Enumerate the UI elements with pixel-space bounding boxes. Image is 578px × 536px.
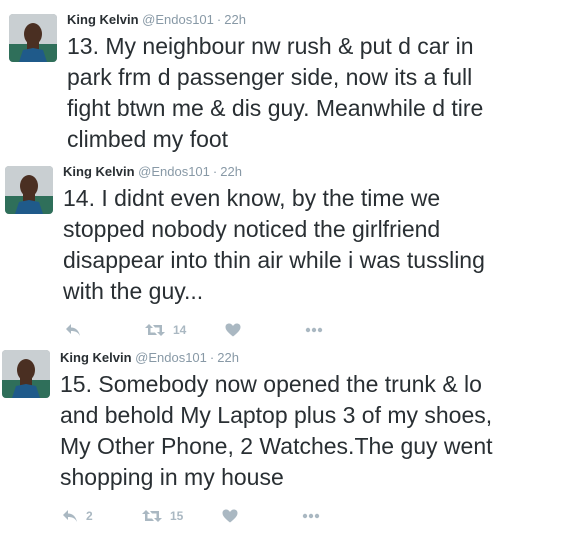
heart-icon (222, 509, 238, 523)
tweet-actions: 14 (63, 320, 343, 340)
more-icon (305, 327, 323, 333)
reply-button[interactable]: 2 (62, 506, 93, 526)
author-name[interactable]: King Kelvin (67, 12, 139, 27)
heart-icon (225, 323, 241, 337)
tweet-text-line: and behold My Laptop plus 3 of my shoes, (60, 402, 493, 428)
tweet-text-line: 15. Somebody now opened the trunk & lo (60, 371, 482, 397)
tweet-header: King Kelvin @Endos101 · 22h (60, 350, 239, 366)
retweet-count: 15 (170, 509, 184, 523)
separator: · (212, 164, 218, 179)
avatar-image (2, 350, 50, 398)
tweet-text-line: park frm d passenger side, now its a ful… (67, 64, 473, 90)
retweet-button[interactable]: 15 (142, 506, 183, 526)
tweet-header: King Kelvin @Endos101 · 22h (67, 12, 246, 28)
avatar-image (5, 166, 53, 214)
tweet-text-line: climbed my foot (67, 126, 229, 152)
reply-icon (63, 510, 77, 522)
tweet-text: 13. My neighbour nw rush & put d car in … (67, 31, 483, 155)
tweet-text-line: shopping in my house (60, 464, 284, 490)
reply-icon (66, 324, 80, 336)
tweet-text-line: disappear into thin air while i was tuss… (63, 247, 485, 273)
timestamp[interactable]: 22h (224, 12, 246, 27)
separator: · (216, 12, 222, 27)
tweet-3: King Kelvin @Endos101 · 22h 15. Somebody n… (0, 340, 578, 536)
retweet-icon (145, 324, 165, 336)
avatar[interactable] (2, 350, 50, 398)
like-button[interactable] (222, 506, 246, 526)
tweet-text-line: 13. My neighbour nw rush & put d car in (67, 33, 474, 59)
more-button[interactable] (305, 320, 323, 340)
tweet-text-line: My Other Phone, 2 Watches.The guy went (60, 433, 493, 459)
more-button[interactable] (302, 506, 320, 526)
tweet-2: King Kelvin @Endos101 · 22h 14. I didnt ev… (0, 160, 578, 340)
more-icon (302, 513, 320, 519)
avatar[interactable] (5, 166, 53, 214)
tweet-text-line: with the guy... (63, 278, 204, 304)
avatar-image (9, 14, 57, 62)
reply-button[interactable] (65, 320, 89, 340)
reply-count: 2 (86, 509, 93, 523)
author-handle[interactable]: @Endos101 (142, 12, 214, 27)
tweet-1: King Kelvin @Endos101 · 22h 13. My neighbo… (0, 0, 578, 160)
retweet-icon (142, 510, 162, 522)
tweet-text-line: 14. I didnt even know, by the time we (63, 185, 441, 211)
author-handle[interactable]: @Endos101 (138, 164, 210, 179)
separator: · (209, 350, 215, 365)
timestamp[interactable]: 22h (220, 164, 242, 179)
timestamp[interactable]: 22h (217, 350, 239, 365)
tweet-text-line: fight btwn me & dis guy. Meanwhile d tir… (67, 95, 484, 121)
author-handle[interactable]: @Endos101 (135, 350, 207, 365)
author-name[interactable]: King Kelvin (60, 350, 132, 365)
author-name[interactable]: King Kelvin (63, 164, 135, 179)
tweet-text: 15. Somebody now opened the trunk & lo a… (60, 369, 493, 493)
tweet-header: King Kelvin @Endos101 · 22h (63, 164, 242, 180)
tweet-actions: 2 15 (60, 506, 340, 526)
like-button[interactable] (225, 320, 249, 340)
tweet-text-line: stopped nobody noticed the girlfriend (63, 216, 441, 242)
retweet-count: 14 (173, 323, 187, 337)
retweet-button[interactable]: 14 (145, 320, 186, 340)
avatar[interactable] (9, 14, 57, 62)
tweet-text: 14. I didnt even know, by the time we st… (63, 183, 485, 307)
